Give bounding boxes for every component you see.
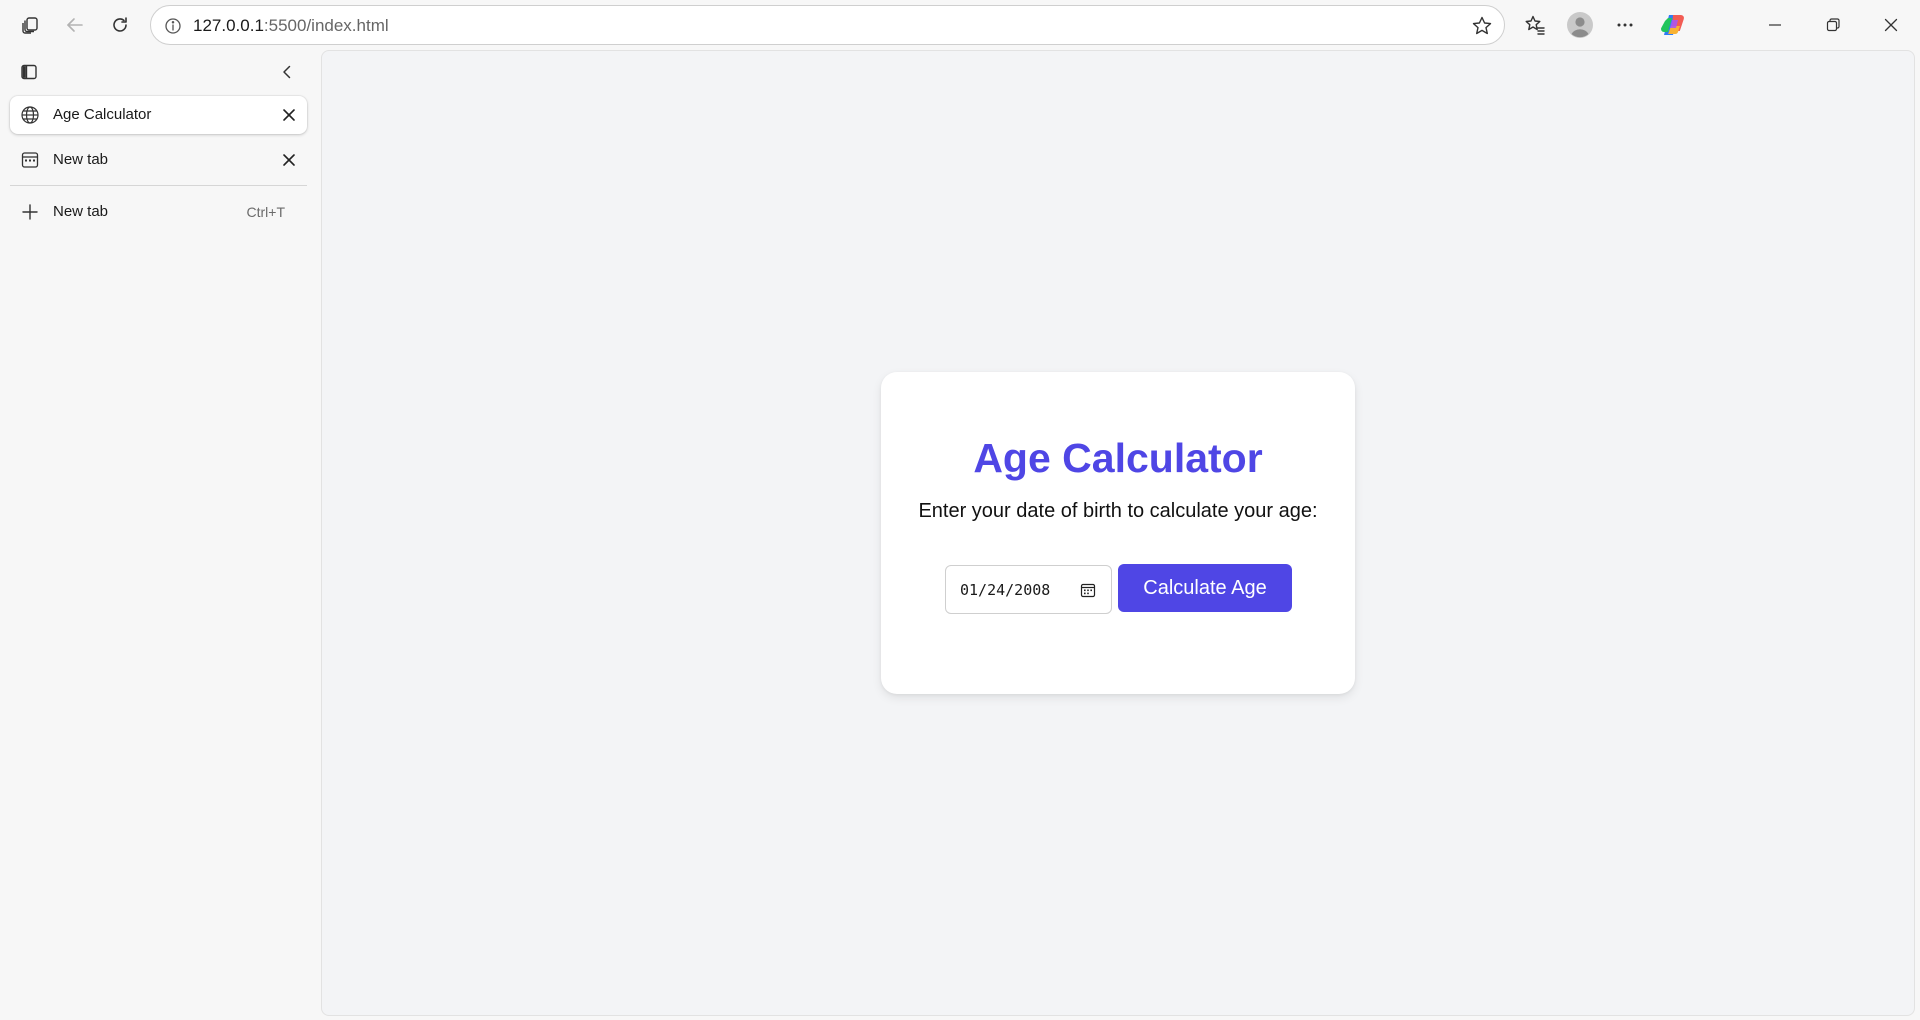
tab-age-calculator[interactable]: Age Calculator [10, 96, 307, 134]
more-options-icon[interactable] [1609, 9, 1641, 41]
new-tab-page-icon [20, 150, 40, 170]
workspaces-icon[interactable] [14, 9, 46, 41]
url-path: :5500/index.html [263, 16, 389, 35]
profile-avatar-icon[interactable] [1564, 9, 1596, 41]
calendar-icon[interactable] [1079, 581, 1097, 599]
calculate-age-button[interactable]: Calculate Age [1118, 564, 1292, 612]
date-of-birth-input[interactable]: 01/24/2008 [945, 565, 1112, 614]
url-host: 127.0.0.1 [193, 16, 264, 35]
back-arrow-icon[interactable] [59, 9, 91, 41]
date-value[interactable]: 01/24/2008 [960, 581, 1050, 599]
site-info-icon[interactable] [163, 16, 183, 36]
vertical-tabs-sidebar: Age Calculator New tab New tab Ctrl+T [0, 50, 320, 1020]
instruction-text: Enter your date of birth to calculate yo… [918, 500, 1318, 522]
page-viewport: Age Calculator Enter your date of birth … [321, 50, 1915, 1016]
tab-label: New tab [53, 151, 109, 168]
refresh-icon[interactable] [104, 9, 136, 41]
favorite-star-icon[interactable] [1470, 14, 1494, 38]
sidebar-header [0, 50, 320, 94]
close-tab-icon[interactable] [279, 105, 299, 125]
new-tab-shortcut: Ctrl+T [246, 204, 286, 220]
restore-window-icon[interactable] [1817, 9, 1849, 41]
new-tab-label: New tab [53, 203, 109, 220]
browser-toolbar: 127.0.0.1:5500/index.html [0, 0, 1920, 50]
tab-new-tab[interactable]: New tab [10, 141, 307, 179]
close-window-icon[interactable] [1875, 9, 1907, 41]
plus-icon [20, 202, 40, 222]
close-tab-icon[interactable] [279, 150, 299, 170]
tab-actions-icon[interactable] [13, 56, 45, 88]
sidebar-divider [10, 185, 307, 186]
address-bar[interactable]: 127.0.0.1:5500/index.html [150, 5, 1505, 45]
minimize-icon[interactable] [1759, 9, 1791, 41]
collapse-sidebar-chevron-icon[interactable] [271, 56, 303, 88]
url-text[interactable]: 127.0.0.1:5500/index.html [193, 16, 389, 36]
age-calculator-card: Age Calculator Enter your date of birth … [881, 372, 1355, 694]
page-title: Age Calculator [973, 435, 1263, 481]
tab-label: Age Calculator [53, 106, 152, 123]
globe-icon [20, 105, 40, 125]
favorites-icon[interactable] [1519, 9, 1551, 41]
copilot-icon[interactable] [1657, 9, 1689, 41]
new-tab-button[interactable]: New tab Ctrl+T [10, 193, 307, 231]
